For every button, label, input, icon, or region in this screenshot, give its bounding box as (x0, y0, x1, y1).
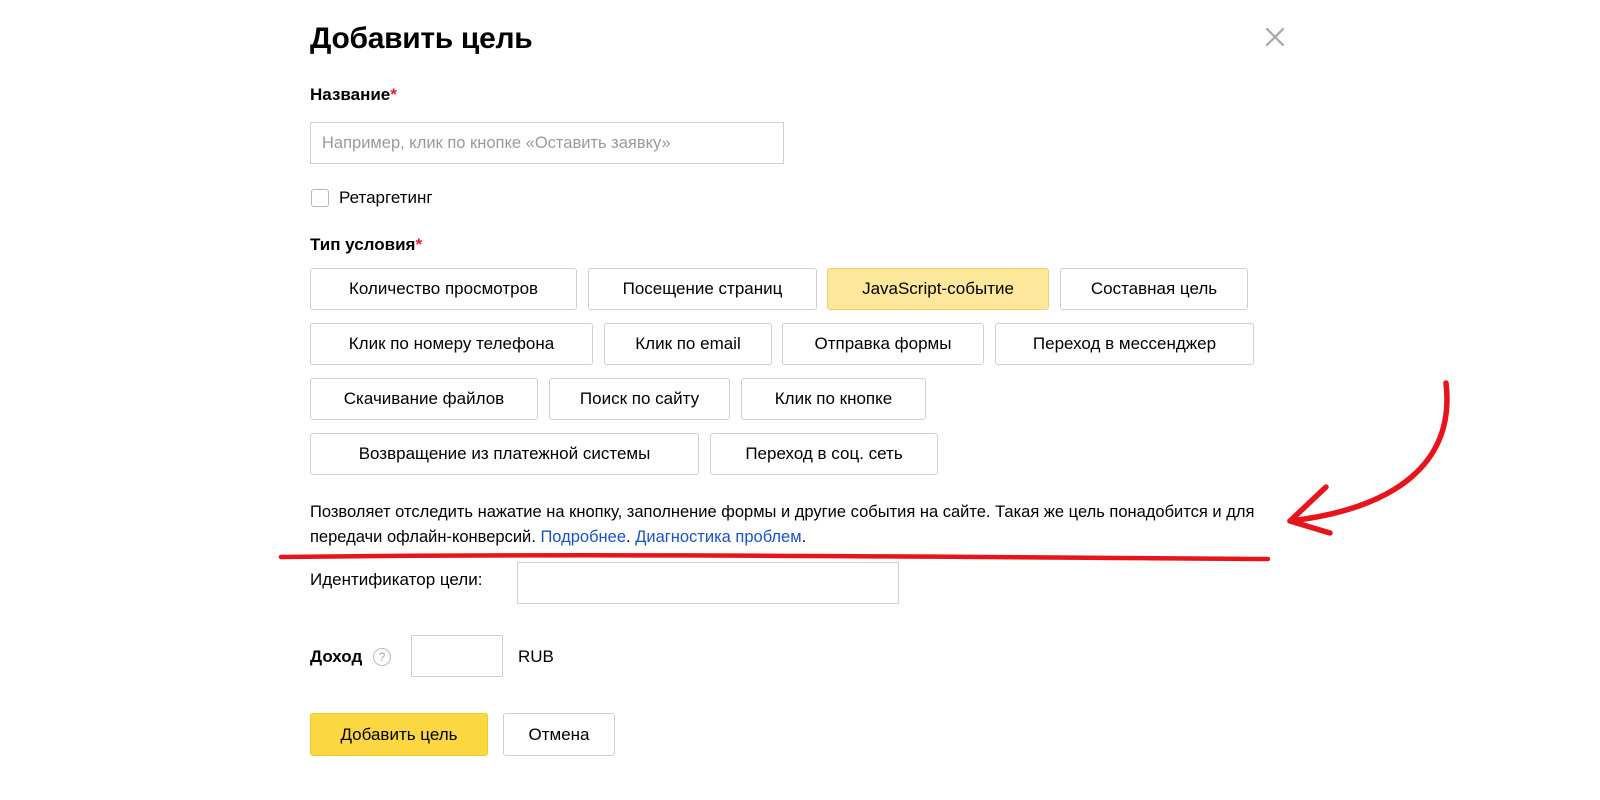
more-link[interactable]: Подробнее (540, 528, 626, 546)
retargeting-label: Ретаргетинг (339, 188, 433, 207)
condition-option[interactable]: Количество просмотров (310, 268, 577, 310)
condition-description: Позволяет отследить нажатие на кнопку, з… (310, 500, 1270, 550)
condition-type-label: Тип условия* (310, 235, 422, 255)
condition-option-selected[interactable]: JavaScript-событие (827, 268, 1049, 310)
description-end: . (801, 528, 807, 546)
condition-option[interactable]: Скачивание файлов (310, 378, 538, 420)
condition-option[interactable]: Переход в соц. сеть (710, 433, 938, 475)
retargeting-row[interactable]: Ретаргетинг (311, 188, 433, 208)
condition-option[interactable]: Посещение страниц (588, 268, 817, 310)
required-mark: * (390, 85, 397, 104)
close-icon[interactable] (1262, 24, 1288, 50)
condition-option[interactable]: Клик по email (604, 323, 772, 365)
condition-option[interactable]: Составная цель (1060, 268, 1248, 310)
question-icon[interactable]: ? (373, 648, 391, 666)
name-label: Название* (310, 85, 397, 105)
income-input[interactable] (411, 635, 503, 677)
condition-option[interactable]: Отправка формы (782, 323, 984, 365)
required-mark: * (415, 235, 423, 254)
condition-option[interactable]: Клик по кнопке (741, 378, 926, 420)
condition-type-label-text: Тип условия (310, 235, 416, 254)
name-label-text: Название (310, 85, 391, 104)
goal-name-input[interactable] (310, 122, 784, 164)
description-separator: . (626, 528, 636, 546)
income-label: Доход (310, 647, 363, 666)
goal-id-label: Идентификатор цели: (310, 570, 483, 589)
condition-option[interactable]: Переход в мессенджер (995, 323, 1254, 365)
cancel-button[interactable]: Отмена (503, 713, 615, 756)
currency-label: RUB (518, 647, 554, 666)
goal-id-input[interactable] (517, 562, 899, 604)
add-goal-button[interactable]: Добавить цель (310, 713, 488, 756)
diagnostics-link[interactable]: Диагностика проблем (635, 528, 801, 546)
condition-option[interactable]: Возвращение из платежной системы (310, 433, 699, 475)
add-goal-dialog: Добавить цель Название* Ретаргетинг Тип … (0, 0, 1600, 800)
condition-option[interactable]: Клик по номеру телефона (310, 323, 593, 365)
retargeting-checkbox[interactable] (311, 189, 329, 207)
dialog-title: Добавить цель (310, 22, 533, 55)
condition-option[interactable]: Поиск по сайту (549, 378, 730, 420)
